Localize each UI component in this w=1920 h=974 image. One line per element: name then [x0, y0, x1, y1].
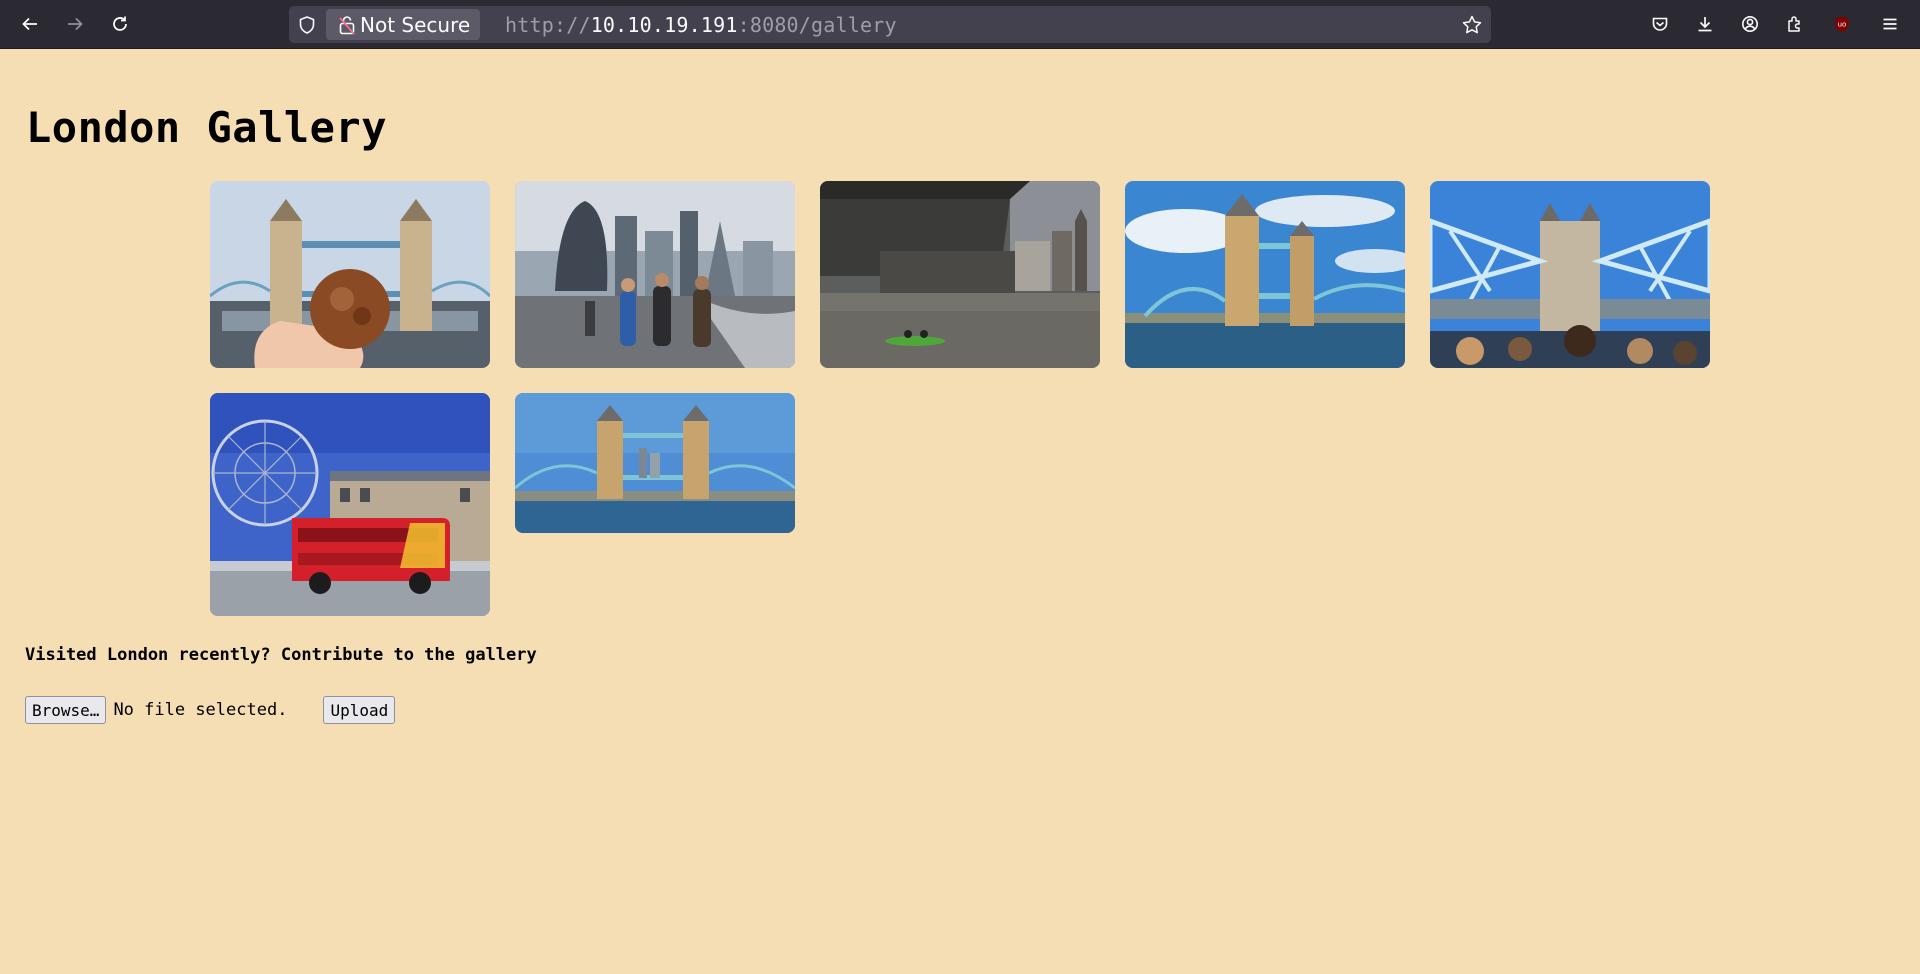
browser-toolbar: Not Secure http://10.10.19.191:8080/gall…	[0, 0, 1920, 49]
menu-icon	[1883, 18, 1897, 30]
reload-button[interactable]	[104, 8, 136, 40]
download-icon	[1698, 17, 1712, 32]
photo-london-eye-bus	[210, 393, 490, 616]
extensions-icon	[1788, 16, 1800, 32]
back-button[interactable]	[14, 8, 46, 40]
account-icon	[1742, 16, 1758, 32]
account-button[interactable]	[1734, 8, 1766, 40]
url-bar[interactable]: Not Secure http://10.10.19.191:8080/gall…	[289, 6, 1491, 43]
reload-icon	[113, 16, 127, 31]
menu-button[interactable]	[1874, 8, 1906, 40]
url-text[interactable]: http://10.10.19.191:8080/gallery	[505, 6, 897, 43]
extensions-button[interactable]	[1779, 8, 1811, 40]
upload-button[interactable]: Upload	[323, 696, 396, 724]
gallery-image[interactable]	[1430, 181, 1710, 368]
browse-button[interactable]: Browse…	[25, 696, 107, 724]
photo-tower-bridge-from-boat	[1430, 181, 1710, 368]
ublock-icon: uo	[1835, 16, 1849, 32]
shield-icon[interactable]	[297, 15, 317, 35]
gallery-image[interactable]	[515, 393, 795, 533]
page-title: London Gallery	[26, 103, 388, 152]
pocket-button[interactable]	[1644, 8, 1676, 40]
forward-icon	[68, 17, 83, 31]
gallery-image[interactable]	[210, 393, 490, 616]
security-label: Not Secure	[360, 12, 471, 37]
photo-tower-bridge-blue-sky	[1125, 181, 1405, 368]
ublock-button[interactable]: uo	[1826, 8, 1858, 40]
contribute-heading: Visited London recently? Contribute to t…	[25, 645, 537, 665]
back-icon	[22, 17, 37, 31]
url-path: :8080/gallery	[737, 12, 897, 37]
forward-button[interactable]	[59, 8, 91, 40]
photo-under-bridge	[820, 181, 1100, 368]
security-indicator[interactable]: Not Secure	[326, 9, 481, 40]
gallery-image[interactable]	[1125, 181, 1405, 368]
bookmark-star-icon[interactable]	[1461, 14, 1483, 36]
gallery-image[interactable]	[515, 181, 795, 368]
url-host: 10.10.19.191	[590, 12, 738, 37]
downloads-button[interactable]	[1689, 8, 1721, 40]
gallery-image[interactable]	[210, 181, 490, 368]
svg-text:uo: uo	[1838, 21, 1847, 29]
photo-city-skyline	[515, 181, 795, 368]
photo-tower-bridge-panorama	[515, 393, 795, 533]
file-status: No file selected.	[113, 700, 288, 720]
lock-icon	[339, 15, 355, 35]
photo-tower-bridge-pastry	[210, 181, 490, 368]
url-scheme: http://	[505, 12, 591, 37]
upload-form: Browse… No file selected. Upload	[25, 696, 396, 724]
gallery-image[interactable]	[820, 181, 1100, 368]
pocket-icon	[1652, 17, 1668, 31]
